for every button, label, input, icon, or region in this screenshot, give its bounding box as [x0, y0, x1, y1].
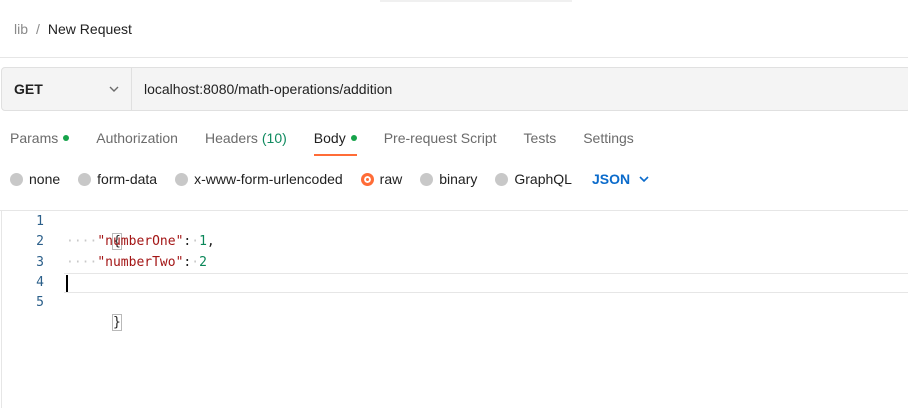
json-number: 1 [199, 234, 207, 249]
tab-headers-label: Headers [204, 130, 258, 146]
body-type-binary[interactable]: binary [420, 171, 477, 187]
tab-pre-request-script-label: Pre-request Script [383, 130, 497, 146]
line-number: 1 [36, 214, 44, 229]
json-close-brace: } [111, 314, 122, 331]
body-type-form-data[interactable]: form-data [78, 171, 157, 187]
radio-none[interactable] [10, 172, 23, 186]
tab-settings[interactable]: Settings [583, 128, 634, 158]
tab-tests[interactable]: Tests [524, 128, 557, 158]
whitespace-dot: · [191, 234, 200, 249]
whitespace-indent: ···· [66, 234, 98, 249]
tab-headers[interactable]: Headers (10) [205, 128, 287, 158]
radio-raw-selected[interactable] [360, 172, 374, 186]
tab-authorization[interactable]: Authorization [96, 128, 178, 158]
body-type-form-data-label: form-data [97, 171, 158, 187]
breadcrumb: lib / New Request [14, 20, 132, 38]
tab-body-label: Body [313, 130, 346, 146]
body-type-urlencoded-label: x-www-form-urlencoded [194, 171, 343, 187]
tab-settings-label: Settings [583, 130, 634, 146]
radio-graphql[interactable] [495, 172, 509, 186]
headers-count: (10) [261, 130, 287, 146]
code-line-5: } [66, 293, 122, 331]
chevron-down-icon [109, 86, 119, 92]
body-type-graphql[interactable]: GraphQL [495, 171, 572, 187]
whitespace-indent: ···· [66, 255, 98, 270]
breadcrumb-separator: / [36, 21, 40, 37]
language-label: JSON [591, 171, 631, 187]
method-select[interactable]: GET [2, 68, 132, 110]
json-key: "numberOne" [97, 234, 184, 249]
code-line-1: { [66, 212, 122, 250]
json-number: 2 [199, 255, 207, 270]
line-number: 2 [36, 234, 44, 249]
url-input[interactable] [132, 68, 908, 110]
header-divider [0, 57, 908, 58]
tab-params-label: Params [10, 130, 59, 146]
breadcrumb-collection[interactable]: lib [14, 21, 28, 37]
request-tabs: Params Authorization Headers (10) Body P… [10, 128, 661, 158]
radio-binary[interactable] [420, 172, 434, 186]
top-highlight-strip [380, 0, 572, 2]
tab-authorization-label: Authorization [96, 130, 178, 146]
line-number: 4 [36, 275, 44, 290]
chevron-down-icon [639, 176, 649, 183]
code-editor[interactable]: 1 2 3 4 5 { ····"numberOne":·1, ····"num… [1, 211, 908, 408]
method-label: GET [14, 81, 43, 97]
line-number: 5 [36, 295, 44, 310]
body-type-binary-label: binary [439, 171, 478, 187]
tab-pre-request-script[interactable]: Pre-request Script [384, 128, 497, 158]
body-type-graphql-label: GraphQL [514, 171, 572, 187]
tab-tests-label: Tests [523, 130, 557, 146]
line-number: 3 [36, 255, 44, 270]
body-indicator-dot [350, 135, 357, 141]
code-line-2: ····"numberOne":·1, [66, 232, 215, 252]
whitespace-dot: · [191, 255, 200, 270]
text-cursor [66, 275, 68, 292]
json-comma: , [206, 234, 215, 249]
radio-urlencoded[interactable] [175, 172, 189, 186]
tab-body[interactable]: Body [313, 128, 357, 158]
tab-params[interactable]: Params [10, 128, 70, 158]
body-type-none[interactable]: none [10, 171, 60, 187]
request-url-bar: GET [1, 67, 908, 111]
current-line-highlight [64, 273, 908, 293]
json-key: "numberTwo" [97, 255, 184, 270]
body-type-raw[interactable]: raw [360, 171, 403, 187]
code-line-3: ····"numberTwo":·2 [66, 253, 207, 273]
body-type-urlencoded[interactable]: x-www-form-urlencoded [175, 171, 343, 187]
request-name[interactable]: New Request [48, 21, 132, 37]
body-type-selector: none form-data x-www-form-urlencoded raw… [10, 168, 650, 190]
body-type-raw-label: raw [379, 171, 403, 187]
params-indicator-dot [63, 135, 70, 141]
language-select[interactable]: JSON [592, 171, 650, 187]
radio-form-data[interactable] [78, 172, 92, 186]
body-type-none-label: none [29, 171, 61, 187]
